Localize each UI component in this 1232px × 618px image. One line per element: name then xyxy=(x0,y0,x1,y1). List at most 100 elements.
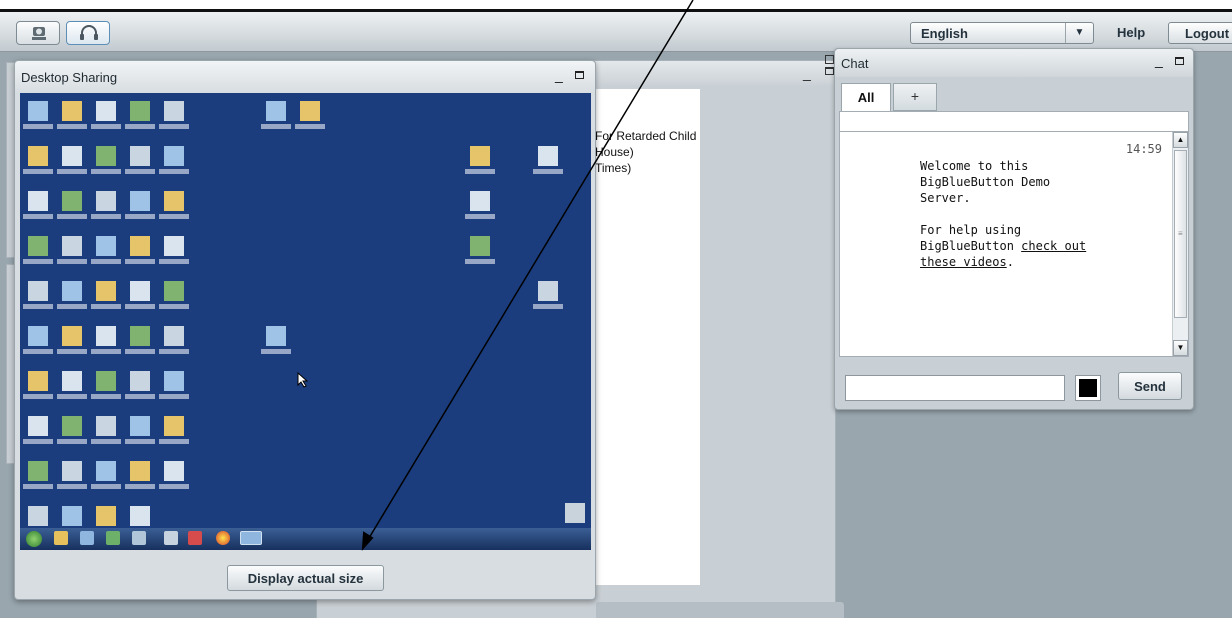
text-color-picker[interactable] xyxy=(1075,375,1101,401)
desktop-icon xyxy=(62,506,82,526)
slide-text-line: Times) xyxy=(595,161,632,175)
desktop-icon xyxy=(28,461,48,481)
desktop-icon xyxy=(96,461,116,481)
browser-icon xyxy=(216,531,230,545)
desktop-icon xyxy=(164,191,184,211)
language-value: English xyxy=(921,26,968,41)
desktop-icon-label xyxy=(261,124,291,129)
maximize-icon[interactable] xyxy=(1175,57,1184,65)
desktop-icon-label xyxy=(159,169,189,174)
headset-button[interactable] xyxy=(66,21,110,45)
app-icon xyxy=(80,531,94,545)
help-videos-link[interactable]: check out xyxy=(1021,239,1086,253)
desktop-icon xyxy=(96,146,116,166)
desktop-icon-label xyxy=(91,484,121,489)
desktop-icon xyxy=(164,461,184,481)
desktop-icon xyxy=(164,281,184,301)
slide-text-line: House) xyxy=(595,145,634,159)
maximize-icon[interactable] xyxy=(825,67,834,75)
scroll-up-icon[interactable]: ▲ xyxy=(1173,132,1188,148)
desktop-icon xyxy=(130,506,150,526)
desktop-icon xyxy=(28,191,48,211)
desktop-icon xyxy=(266,101,286,121)
send-button[interactable]: Send xyxy=(1118,372,1182,400)
start-button-icon xyxy=(26,531,42,547)
desktop-icon-label xyxy=(159,394,189,399)
desktop-icon-label xyxy=(91,394,121,399)
app-icon xyxy=(164,531,178,545)
app-icon xyxy=(132,531,146,545)
scrollbar-thumb[interactable]: ≡ xyxy=(1174,150,1187,318)
desktop-icon-label xyxy=(23,484,53,489)
desktop-icon-label xyxy=(23,439,53,444)
desktop-icon-label xyxy=(57,439,87,444)
tab-add[interactable]: + xyxy=(893,83,937,111)
chat-message-area: 14:59 Welcome to this BigBlueButton Demo… xyxy=(839,131,1189,357)
desktop-icon xyxy=(96,371,116,391)
shared-desktop-view[interactable] xyxy=(20,93,591,550)
app-icon xyxy=(188,531,202,545)
desktop-sharing-titlebar[interactable]: Desktop Sharing _ xyxy=(15,61,595,93)
desktop-icon xyxy=(96,506,116,526)
desktop-icon-label xyxy=(91,214,121,219)
window-box-icon xyxy=(825,55,834,64)
desktop-icon xyxy=(130,461,150,481)
webcam-button[interactable] xyxy=(16,21,60,45)
display-actual-size-button[interactable]: Display actual size xyxy=(227,565,384,591)
desktop-icon xyxy=(28,371,48,391)
window-title: Desktop Sharing xyxy=(21,70,118,85)
desktop-icon-label xyxy=(159,214,189,219)
desktop-icon xyxy=(164,326,184,346)
desktop-icon-label xyxy=(23,394,53,399)
minimize-icon[interactable]: _ xyxy=(803,65,811,81)
color-swatch xyxy=(1079,379,1097,397)
logout-button[interactable]: Logout xyxy=(1168,22,1232,44)
desktop-icon xyxy=(470,236,490,256)
maximize-icon[interactable] xyxy=(575,71,584,79)
desktop-icon-label xyxy=(125,439,155,444)
desktop-icon xyxy=(130,236,150,256)
desktop-icon xyxy=(470,191,490,211)
desktop-icon-label xyxy=(465,259,495,264)
minimize-icon[interactable]: _ xyxy=(1155,52,1163,68)
help-link[interactable]: Help xyxy=(1117,25,1145,40)
desktop-icon-label xyxy=(125,259,155,264)
desktop-icon-label xyxy=(295,124,325,129)
desktop-icon xyxy=(28,506,48,526)
desktop-icon-label xyxy=(159,259,189,264)
desktop-icon xyxy=(62,416,82,436)
chat-input[interactable] xyxy=(845,375,1065,401)
desktop-icon-label xyxy=(23,304,53,309)
desktop-icon xyxy=(96,191,116,211)
desktop-icon xyxy=(96,281,116,301)
chat-scrollbar[interactable]: ▲ ≡ ▼ xyxy=(1172,132,1188,356)
desktop-icon xyxy=(62,146,82,166)
tab-all[interactable]: All xyxy=(841,83,891,111)
scroll-down-icon[interactable]: ▼ xyxy=(1173,340,1188,356)
welcome-message: Welcome to this BigBlueButton Demo Serve… xyxy=(920,158,1090,270)
chat-tabs: All + xyxy=(841,83,1187,111)
desktop-icon xyxy=(28,146,48,166)
desktop-icon-label xyxy=(159,349,189,354)
language-select[interactable]: English ▼ xyxy=(910,22,1094,44)
chat-tab-body xyxy=(839,111,1189,131)
chat-title: Chat xyxy=(841,56,869,71)
desktop-icon xyxy=(538,146,558,166)
desktop-icon-label xyxy=(465,214,495,219)
help-videos-link[interactable]: these videos xyxy=(920,255,1007,269)
desktop-icon xyxy=(130,191,150,211)
desktop-icon-label xyxy=(125,124,155,129)
desktop-icon xyxy=(538,281,558,301)
message-line: BigBlueButton check out xyxy=(920,238,1090,254)
desktop-icon xyxy=(62,326,82,346)
desktop-icon xyxy=(62,236,82,256)
desktop-icon-label xyxy=(57,214,87,219)
desktop-icon-label xyxy=(125,394,155,399)
mouse-cursor-icon xyxy=(297,372,309,388)
minimize-icon[interactable]: _ xyxy=(555,67,563,83)
desktop-icon-label xyxy=(57,124,87,129)
desktop-icon xyxy=(28,416,48,436)
message-line: Server. xyxy=(920,191,971,205)
message-line: these videos. xyxy=(920,254,1090,270)
chat-titlebar[interactable]: Chat _ xyxy=(825,49,1193,77)
